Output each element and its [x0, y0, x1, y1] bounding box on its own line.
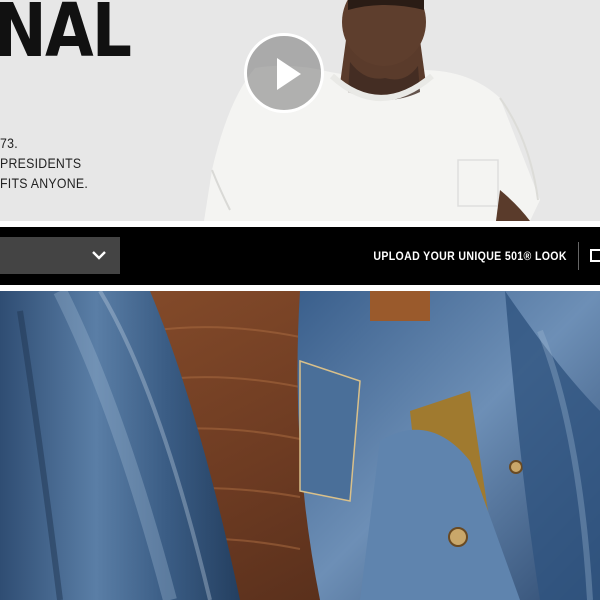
hero-copy-line: PRESIDENTS	[0, 155, 82, 171]
hero-title: NAL	[0, 0, 132, 74]
hero-copy: 73. PRESIDENTS FITS ANYONE.	[0, 133, 100, 193]
filter-select[interactable]	[0, 237, 120, 274]
upload-look-link[interactable]: UPLOAD YOUR UNIQUE 501® LOOK	[374, 227, 567, 285]
toolbar-divider	[578, 242, 579, 270]
chevron-down-icon	[92, 251, 106, 260]
toolbar: UPLOAD YOUR UNIQUE 501® LOOK	[0, 227, 600, 285]
jeans-photo	[0, 291, 600, 600]
hero-copy-line: FITS ANYONE.	[0, 175, 89, 191]
play-button[interactable]	[244, 33, 324, 113]
model-photo	[204, 0, 540, 221]
checkbox-icon[interactable]	[590, 249, 600, 262]
hero-banner: NAL 73. PRESIDENTS FITS ANYONE.	[0, 0, 600, 221]
hero-copy-line: 73.	[0, 135, 18, 151]
